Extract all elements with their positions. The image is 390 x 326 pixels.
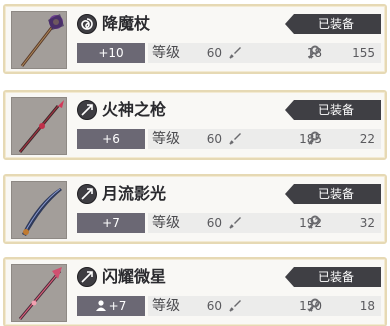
level-label: 等级 <box>152 45 180 61</box>
weapon-card[interactable]: 闪耀微星 已装备 +7 等级 60 150 18 <box>3 257 387 326</box>
weapon-name: 火神之枪 <box>102 100 167 119</box>
staff-icon <box>20 14 64 67</box>
level-label: 等级 <box>152 298 180 314</box>
weapon-card[interactable]: 月流影光 已装备 +7 等级 60 192 32 <box>3 174 387 244</box>
level-value: 60 <box>206 216 222 230</box>
arrow-icon <box>77 267 97 287</box>
sword-icon <box>229 47 241 59</box>
defense-value: 155 <box>352 46 375 60</box>
stats-bar: 等级 60 192 32 <box>148 213 381 233</box>
weapon-thumbnail <box>11 97 67 155</box>
weapon-thumbnail <box>11 181 67 239</box>
arrow-icon <box>77 184 97 204</box>
stats-bar: 等级 60 18 155 <box>148 43 381 63</box>
enhance-level: +7 <box>77 213 145 233</box>
blade-icon <box>22 188 62 236</box>
weapon-name: 月流影光 <box>102 184 167 203</box>
weapon-name: 降魔杖 <box>102 14 151 33</box>
weapon-thumbnail <box>11 11 67 69</box>
spiral-icon <box>77 14 97 34</box>
lance-icon <box>18 267 62 320</box>
equipped-badge: 已装备 <box>285 100 381 120</box>
defense-value: 22 <box>359 132 375 146</box>
stats-bar: 等级 60 185 22 <box>148 129 381 149</box>
sword-icon <box>229 217 241 229</box>
weapon-card[interactable]: 火神之枪 已装备 +6 等级 60 185 22 <box>3 90 387 160</box>
enhance-level: +10 <box>77 43 145 63</box>
arrow-icon <box>77 100 97 120</box>
level-value: 60 <box>206 132 222 146</box>
person-icon <box>95 300 106 311</box>
level-value: 60 <box>206 299 222 313</box>
equipped-badge: 已装备 <box>285 267 381 287</box>
level-label: 等级 <box>152 131 180 147</box>
weapon-name: 闪耀微星 <box>102 267 167 286</box>
level-label: 等级 <box>152 215 180 231</box>
spear-icon <box>18 100 64 153</box>
sword-icon <box>229 133 241 145</box>
stats-bar: 等级 60 150 18 <box>148 296 381 316</box>
enhance-level: +6 <box>77 129 145 149</box>
level-value: 60 <box>206 46 222 60</box>
defense-value: 18 <box>359 299 375 313</box>
defense-value: 32 <box>359 216 375 230</box>
weapon-card[interactable]: 降魔杖 已装备 +10 等级 60 18 155 <box>3 4 387 74</box>
equipped-badge: 已装备 <box>285 184 381 204</box>
enhance-level: +7 <box>77 296 145 316</box>
sword-icon <box>229 300 241 312</box>
weapon-thumbnail <box>11 264 67 322</box>
equipped-badge: 已装备 <box>285 14 381 34</box>
